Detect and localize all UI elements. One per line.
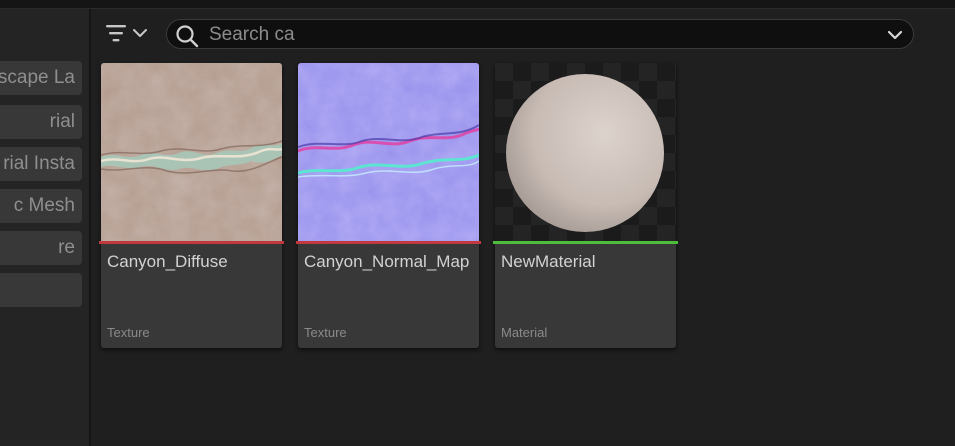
asset-type-label: Texture xyxy=(304,325,347,340)
filter-chip-static-mesh[interactable]: c Mesh xyxy=(0,189,82,223)
filter-chip-landscape-layer[interactable]: scape La xyxy=(0,61,82,95)
canyon-normal-map-thumbnail xyxy=(298,63,479,242)
top-strip xyxy=(0,0,955,9)
filter-chip-other[interactable] xyxy=(0,273,82,307)
asset-name: Canyon_Normal_Map xyxy=(304,252,470,271)
filter-chip-texture[interactable]: re xyxy=(0,231,82,265)
asset-name: NewMaterial xyxy=(501,252,596,271)
search-options-chevron-icon[interactable] xyxy=(887,28,903,46)
asset-tile-canyon-diffuse[interactable]: Canyon_Diffuse Texture xyxy=(99,63,284,348)
filter-chip-material[interactable]: rial xyxy=(0,105,82,139)
asset-type-color-bar xyxy=(99,241,284,244)
asset-tile-new-material[interactable]: NewMaterial Material xyxy=(493,63,678,348)
chevron-down-icon xyxy=(132,26,148,44)
filter-sidebar: scape La rial rial Insta c Mesh re xyxy=(0,9,91,446)
asset-type-label: Texture xyxy=(107,325,150,340)
search-input[interactable] xyxy=(207,22,871,48)
canyon-diffuse-thumbnail xyxy=(101,63,282,242)
asset-type-color-bar xyxy=(296,241,481,244)
asset-name: Canyon_Diffuse xyxy=(107,252,228,271)
search-box[interactable] xyxy=(166,19,914,49)
new-material-thumbnail xyxy=(495,63,676,242)
search-icon xyxy=(175,24,199,53)
filter-chip-material-instance[interactable]: rial Insta xyxy=(0,147,82,181)
asset-tile-canyon-normal-map[interactable]: Canyon_Normal_Map Texture xyxy=(296,63,481,348)
asset-type-label: Material xyxy=(501,325,548,340)
asset-type-color-bar xyxy=(493,241,678,244)
filter-button[interactable] xyxy=(104,20,154,50)
filter-icon xyxy=(104,22,128,49)
